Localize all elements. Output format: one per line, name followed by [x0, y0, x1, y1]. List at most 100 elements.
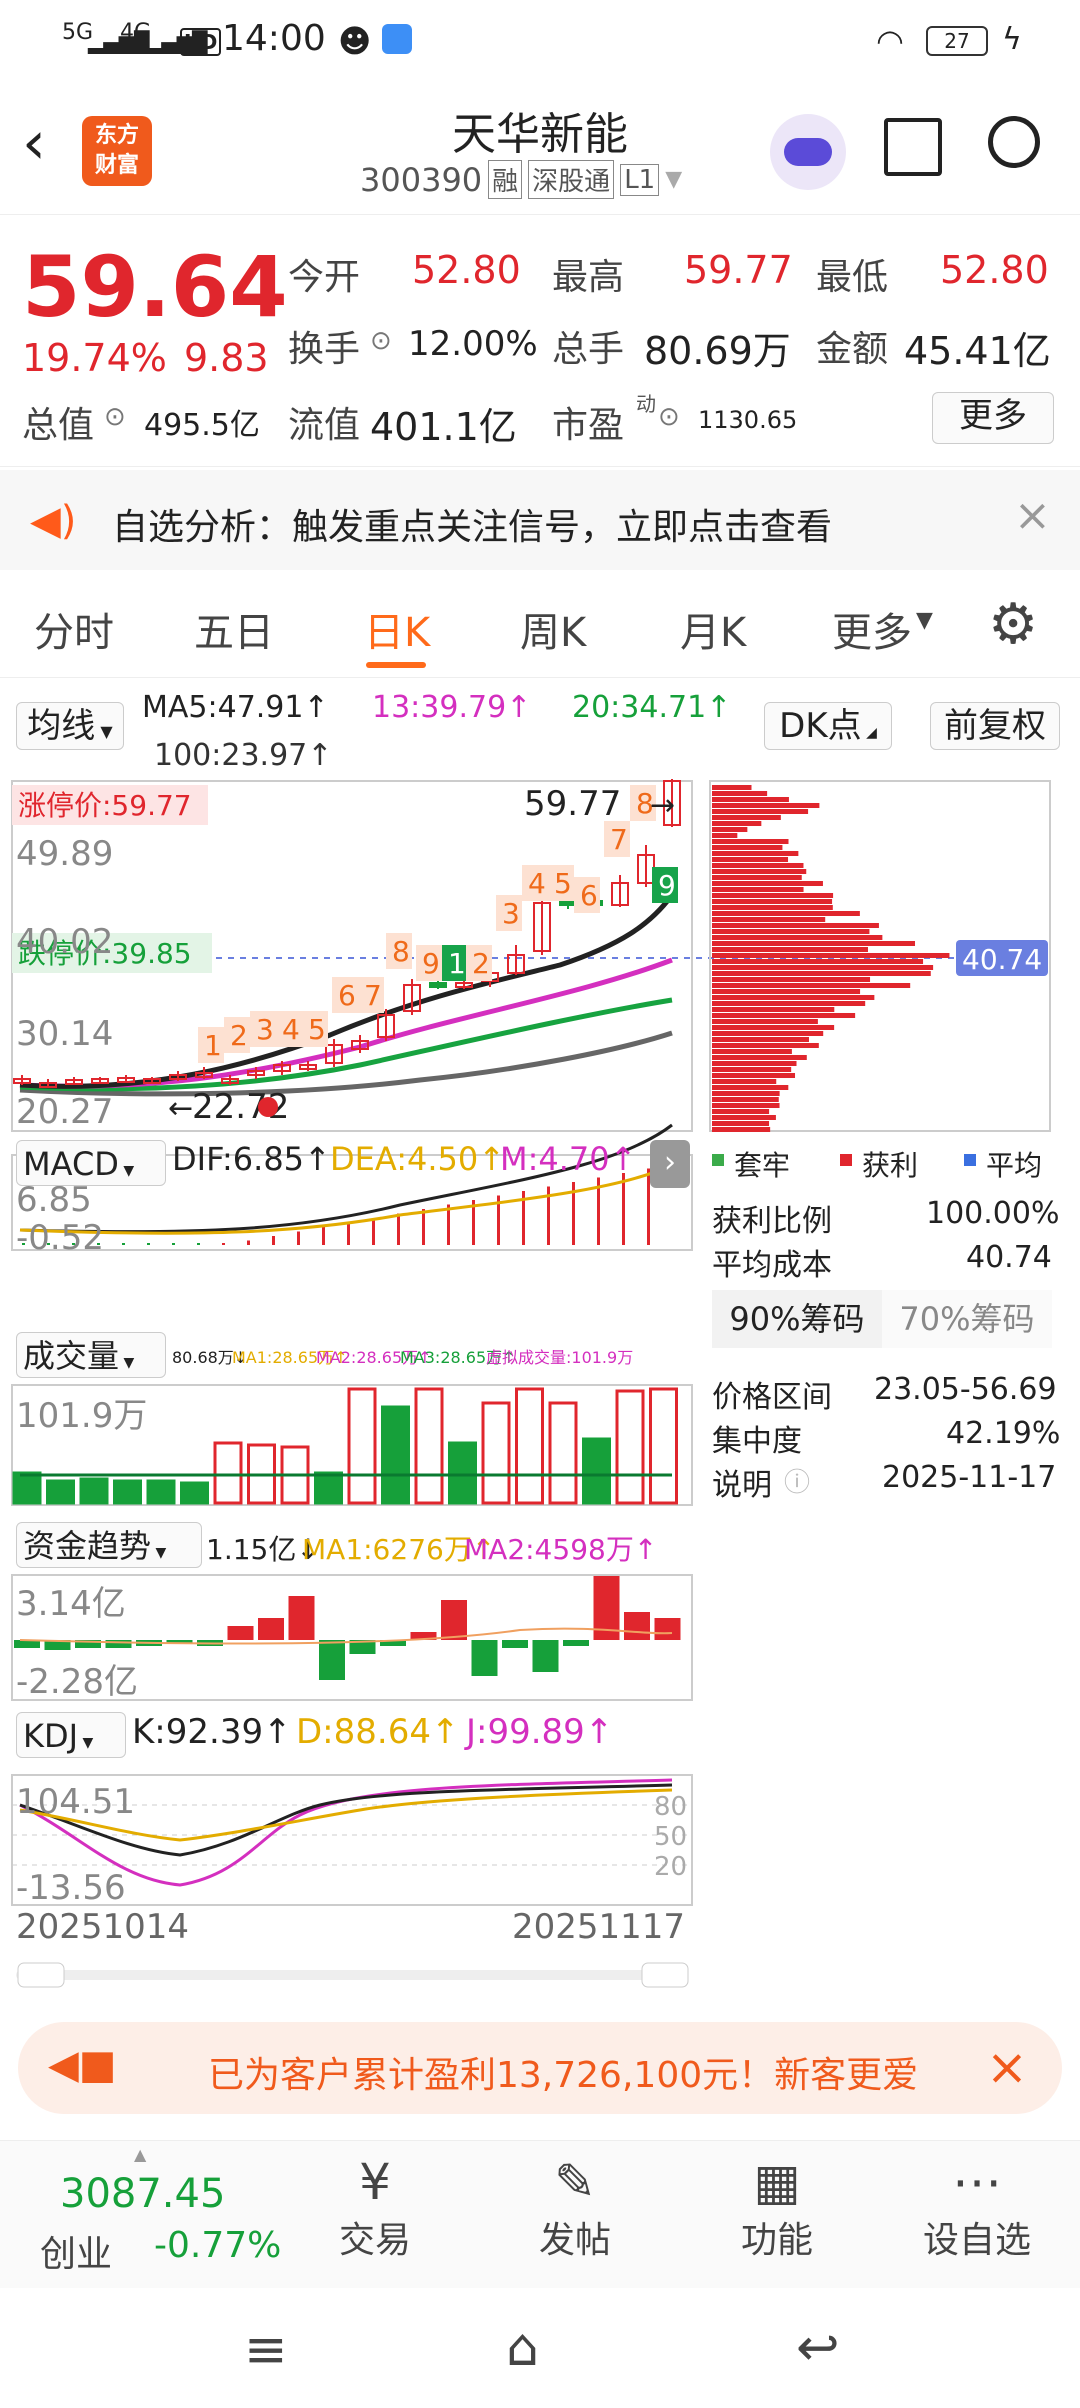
float-label: 流值: [288, 405, 361, 446]
index-value[interactable]: 3087.45: [60, 2171, 225, 2217]
chip-bar: [712, 905, 833, 910]
assistant-avatar[interactable]: [770, 114, 846, 190]
chip-bar: [712, 1067, 792, 1072]
kdj-y-top: 104.51: [16, 1782, 135, 1822]
tab-90-chips[interactable]: 90%筹码: [712, 1290, 882, 1348]
tab-daily-k[interactable]: 日K: [364, 600, 430, 658]
fund-bar: [532, 1640, 559, 1672]
settings-icon[interactable]: ⚙: [988, 592, 1038, 657]
chip-bar: [712, 1085, 789, 1090]
wechat-icon: ☻: [338, 22, 372, 60]
chip-bar: [712, 797, 789, 802]
close-icon[interactable]: ×: [986, 2038, 1028, 2096]
post-button[interactable]: ✎ 发帖: [510, 2153, 640, 2263]
price-range-label: 价格区间: [712, 1380, 832, 1415]
wifi-icon: ◠: [876, 22, 904, 60]
clock: 14:00: [222, 18, 326, 59]
alert-text: 自选分析：触发重点关注信号，立即点击查看: [112, 507, 833, 548]
kdj-k: K:92.39↑: [132, 1712, 292, 1752]
chip-bar: [712, 1121, 770, 1126]
macd-y-bot: -0.52: [16, 1218, 104, 1258]
info-icon[interactable]: ⓘ: [784, 1462, 810, 1499]
stock-header: ‹ 东方 财富 天华新能 300390 融 深股通 L1 ▼: [0, 90, 1080, 215]
volume-bar: [548, 1401, 578, 1505]
turnover-value: 12.00%: [408, 324, 538, 364]
trade-button[interactable]: ¥ 交易: [310, 2153, 440, 2263]
open-value: 52.80: [412, 248, 521, 292]
kdj-y-bot: -13.56: [16, 1868, 126, 1908]
info-icon[interactable]: ⊙: [370, 326, 392, 356]
y-high-label: 49.89: [16, 834, 113, 874]
chip-bar: [712, 833, 738, 838]
volume-bar: [146, 1479, 176, 1505]
concentration-label: 集中度: [712, 1424, 802, 1459]
tab-70-chips[interactable]: 70%筹码: [882, 1290, 1052, 1348]
fund-bar: [319, 1640, 345, 1680]
ma100-label: 100:23.97↑: [154, 738, 333, 773]
dif-label: DIF:6.85↑: [172, 1140, 331, 1178]
adjust-selector[interactable]: 前复权: [930, 702, 1060, 750]
promo-banner[interactable]: ◀■ 已为客户累计盈利13,726,100元！新客更爱 ×: [18, 2022, 1062, 2114]
dk-selector[interactable]: DK点 ◢: [764, 702, 892, 750]
macd-bar: [422, 1209, 425, 1245]
home-icon[interactable]: ⌂: [506, 2318, 539, 2378]
charging-icon: ϟ: [1002, 22, 1022, 57]
tab-five-day[interactable]: 五日: [194, 600, 274, 658]
kdj-80-label: 80: [654, 1792, 687, 1822]
tab-weekly-k[interactable]: 周K: [520, 600, 586, 658]
functions-button[interactable]: ▦ 功能: [712, 2153, 842, 2263]
y-min-label: 20.27: [16, 1092, 113, 1132]
fund-bar: [227, 1626, 254, 1640]
seq-number: 5: [554, 867, 572, 900]
ma-selector[interactable]: 均线 ▼: [16, 702, 124, 750]
more-button[interactable]: 更多: [932, 392, 1054, 444]
volume-bar: [448, 1441, 477, 1505]
analysis-alert[interactable]: ◀) 自选分析：触发重点关注信号，立即点击查看 ×: [0, 470, 1080, 570]
search-icon[interactable]: [988, 116, 1040, 168]
change-percent: 19.74%: [22, 336, 167, 380]
macd-bar: [347, 1222, 350, 1245]
add-watchlist-button[interactable]: ⋯ 设自选: [912, 2153, 1042, 2263]
expand-up-icon[interactable]: ▲: [134, 2145, 146, 2164]
macd-selector[interactable]: MACD ▼: [16, 1140, 166, 1186]
kdj-d: D:88.64↑: [296, 1712, 460, 1752]
tab-monthly-k[interactable]: 月K: [680, 600, 746, 658]
macd-bar: [122, 1243, 125, 1245]
chip-bar: [712, 809, 809, 814]
volume-selector[interactable]: 成交量 ▼: [16, 1332, 166, 1378]
share-icon[interactable]: [884, 118, 942, 176]
float-value: 401.1亿: [370, 405, 517, 449]
tab-more[interactable]: 更多: [832, 600, 912, 658]
close-icon[interactable]: ×: [1014, 490, 1051, 541]
signal-dot: [258, 1097, 278, 1117]
kdj-j: J:99.89↑: [466, 1712, 614, 1752]
chip-bar: [712, 917, 826, 922]
fund-bar: [624, 1612, 650, 1640]
info-icon[interactable]: ⊙: [658, 402, 680, 432]
menu-icon[interactable]: ≡: [244, 2320, 288, 2380]
info-icon[interactable]: ⊙: [104, 402, 126, 432]
y-mid-label: 40.02: [16, 922, 113, 962]
fund-selector[interactable]: 资金趋势 ▼: [16, 1522, 202, 1568]
volume-bar: [79, 1477, 109, 1505]
status-bar: 5G ▂▄▆█ 4G ▂▄▆█ HD 14:00 ☻ ◠ 27 ϟ: [0, 0, 1080, 80]
turnover-label: 换手: [288, 329, 361, 370]
tab-intraday[interactable]: 分时: [34, 600, 114, 658]
chip-bar: [712, 863, 804, 868]
back-nav-icon[interactable]: ↩: [796, 2318, 840, 2378]
trade-icon: ¥: [359, 2153, 391, 2211]
chip-bar: [712, 1127, 771, 1132]
stock-code-row[interactable]: 300390 融 深股通 L1 ▼: [360, 160, 682, 199]
expand-icon[interactable]: ›: [650, 1140, 690, 1188]
seq-number: 9: [658, 869, 676, 902]
m-label: M:4.70↑: [500, 1140, 637, 1178]
kdj-selector[interactable]: KDJ ▼: [16, 1712, 126, 1758]
post-label: 发帖: [538, 2220, 611, 2261]
chip-bar: [712, 1031, 824, 1036]
legend-trapped-swatch: [712, 1154, 724, 1166]
volume-bar: [314, 1471, 343, 1505]
chip-bar: [712, 947, 868, 952]
chip-bar: [712, 1097, 779, 1102]
chip-bar: [712, 959, 924, 964]
volume-bar: [649, 1387, 678, 1505]
